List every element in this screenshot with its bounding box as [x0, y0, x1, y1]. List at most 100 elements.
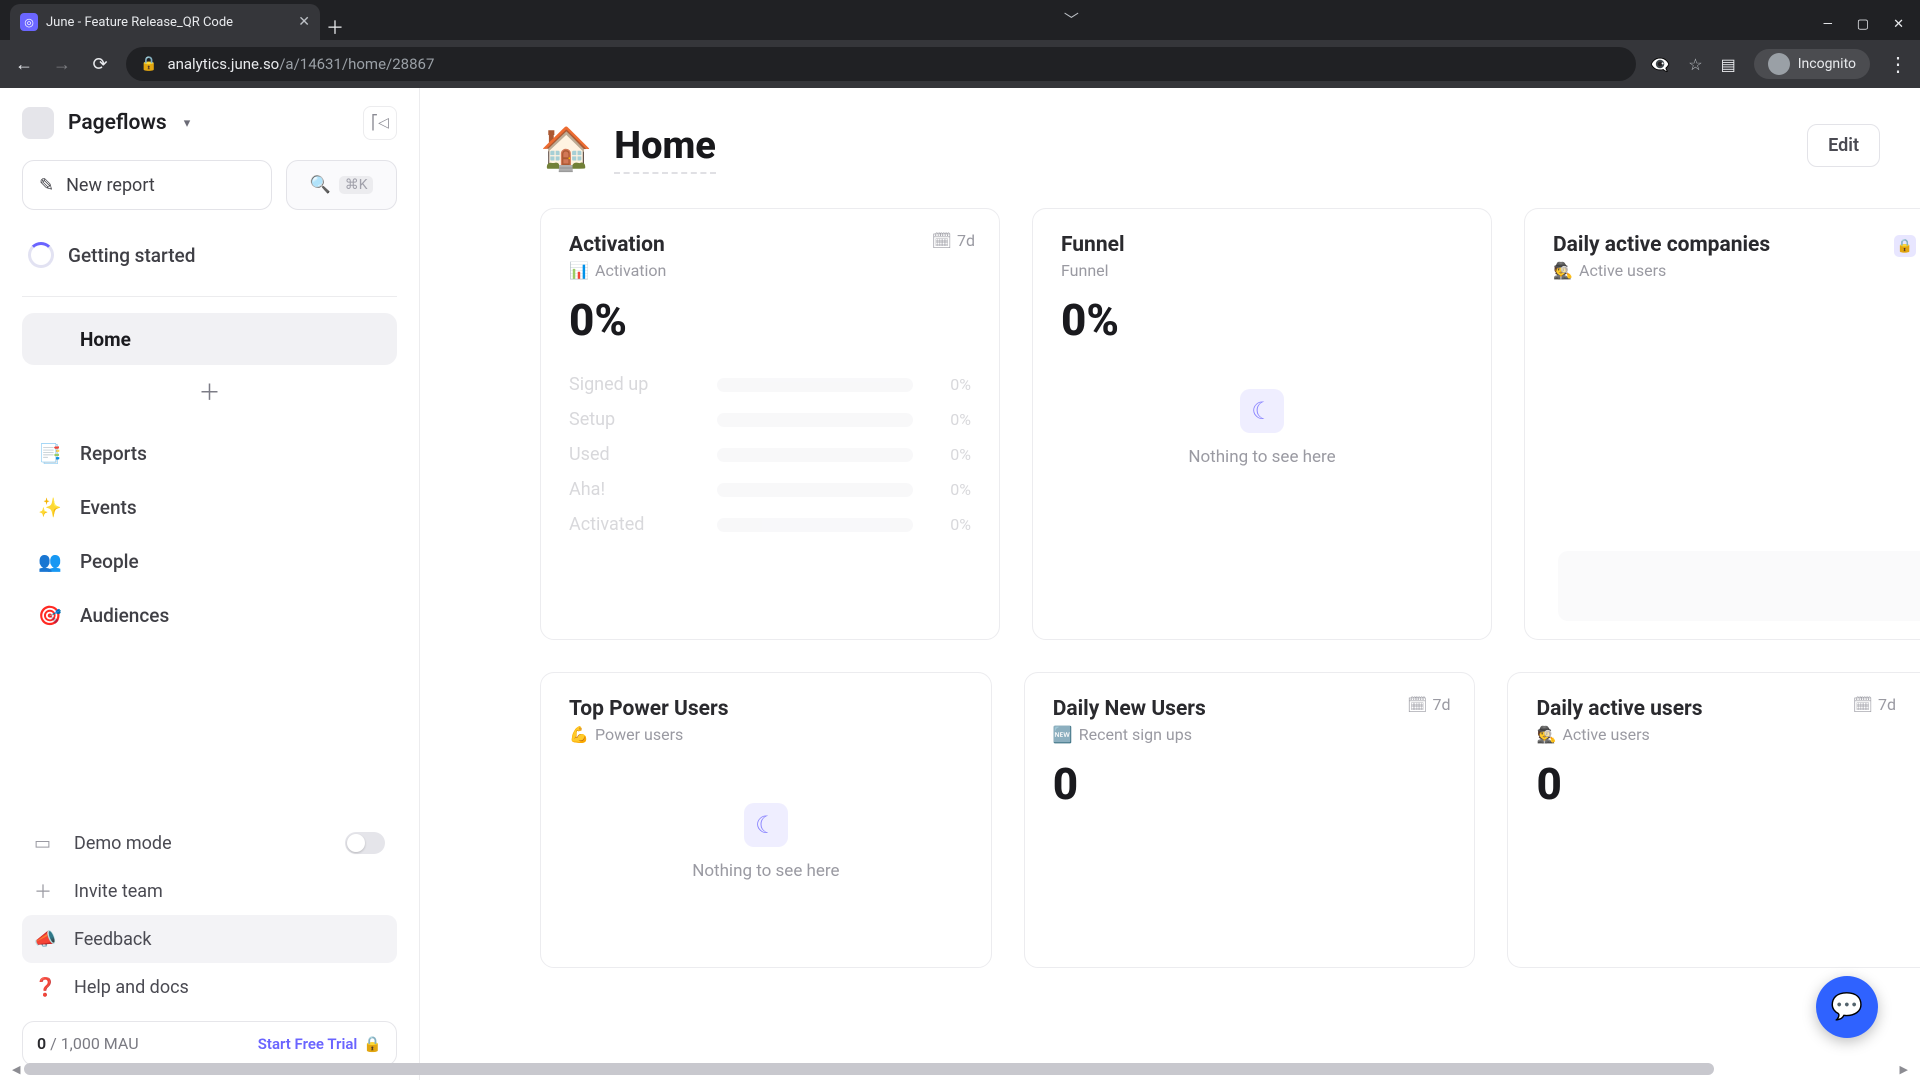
- help-icon: ❓: [34, 977, 56, 998]
- help-docs-row[interactable]: ❓ Help and docs: [22, 963, 397, 1011]
- empty-state-text: Nothing to see here: [1188, 447, 1335, 467]
- sidebar-item-events[interactable]: ✨ Events: [22, 481, 397, 533]
- step-row: Setup0%: [569, 409, 971, 430]
- horizontal-scrollbar[interactable]: ◀ ▶: [8, 1062, 1912, 1076]
- people-icon: 👥: [38, 549, 62, 573]
- moon-icon: ☾: [1240, 389, 1284, 433]
- sidebar-item-people[interactable]: 👥 People: [22, 535, 397, 587]
- tab-favicon: ◎: [20, 13, 38, 31]
- tab-overflow-icon[interactable]: ﹀: [1064, 9, 1079, 30]
- workspace-switcher[interactable]: Pageflows ▾: [22, 107, 190, 139]
- new-report-button[interactable]: ✎ New report: [22, 160, 272, 210]
- page-title[interactable]: Home: [614, 124, 716, 174]
- progress-spinner-icon: [28, 242, 54, 268]
- eye-off-icon[interactable]: 👁‍🗨: [1650, 55, 1670, 74]
- invite-team-row[interactable]: ＋ Invite team: [22, 867, 397, 915]
- mau-card: 0 / 1,000 MAU Start Free Trial 🔒: [22, 1021, 397, 1066]
- workspace-name: Pageflows: [68, 111, 167, 135]
- new-report-label: New report: [66, 175, 155, 196]
- trial-label: Start Free Trial: [258, 1035, 358, 1053]
- flex-icon: 💪: [569, 725, 587, 744]
- getting-started-button[interactable]: Getting started: [22, 234, 397, 276]
- sidebar-item-label: Events: [80, 496, 137, 519]
- feedback-row[interactable]: 📣 Feedback: [22, 915, 397, 963]
- demo-mode-row[interactable]: ▭ Demo mode: [22, 819, 397, 867]
- browser-menu-icon[interactable]: ⋮: [1888, 52, 1908, 76]
- invite-team-label: Invite team: [74, 881, 163, 902]
- detective-icon: 🕵️: [1536, 725, 1554, 744]
- empty-state-text: Nothing to see here: [692, 861, 839, 881]
- scroll-left-icon[interactable]: ◀: [8, 1063, 24, 1076]
- card-daily-active-users[interactable]: Daily active users 🕵️ Active users 🗓 7d …: [1507, 672, 1920, 968]
- card-title: Daily New Users: [1053, 697, 1447, 721]
- card-funnel[interactable]: Funnel Funnel 0% ☾ Nothing to see here: [1032, 208, 1492, 640]
- window-minimize-icon[interactable]: —: [1823, 17, 1833, 32]
- step-bar: [717, 378, 913, 392]
- step-bar: [717, 483, 913, 497]
- sidebar-item-audiences[interactable]: 🎯 Audiences: [22, 589, 397, 641]
- browser-toolbar: ← → ⟳ 🔒 analytics.june.so/a/14631/home/2…: [0, 40, 1920, 88]
- bookmark-star-icon[interactable]: ☆: [1688, 55, 1702, 74]
- tab-close-icon[interactable]: ✕: [298, 14, 310, 30]
- sidebar-item-home[interactable]: 🏠 Home: [22, 313, 397, 365]
- new-badge-icon: 🆕: [1053, 725, 1071, 744]
- browser-tab[interactable]: ◎ June - Feature Release_QR Code ✕: [10, 4, 320, 40]
- audiences-icon: 🎯: [38, 603, 62, 627]
- search-icon: 🔍: [310, 175, 331, 195]
- card-title: Top Power Users: [569, 697, 963, 721]
- help-docs-label: Help and docs: [74, 977, 189, 998]
- edit-button[interactable]: Edit: [1807, 124, 1880, 167]
- tab-title: June - Feature Release_QR Code: [46, 15, 290, 30]
- lock-icon: 🔒: [1894, 235, 1916, 257]
- step-bar: [717, 413, 913, 427]
- range-selector[interactable]: 🗓 7d: [1407, 695, 1450, 714]
- card-value: 0%: [1061, 294, 1463, 346]
- step-bar: [717, 448, 913, 462]
- search-shortcut: ⌘K: [339, 176, 374, 194]
- chat-icon: 💬: [1831, 992, 1863, 1022]
- sidebar: Pageflows ▾ ⎡◁ ✎ New report 🔍 ⌘K Getting…: [0, 88, 420, 1080]
- reports-icon: 📑: [38, 441, 62, 465]
- card-daily-active-companies[interactable]: Daily active companies 🕵️ Active users 🔒: [1524, 208, 1920, 640]
- card-title: Daily active users: [1536, 697, 1892, 721]
- scrollbar-thumb[interactable]: [24, 1063, 1714, 1075]
- card-activation[interactable]: Activation 📊 Activation 🗓 7d 0% Signed u…: [540, 208, 1000, 640]
- demo-icon: ▭: [34, 833, 56, 854]
- side-panel-icon[interactable]: ▤: [1721, 55, 1736, 74]
- incognito-badge[interactable]: Incognito: [1754, 49, 1870, 79]
- address-bar[interactable]: 🔒 analytics.june.so/a/14631/home/28867: [126, 47, 1636, 81]
- range-selector[interactable]: 🗓 7d: [932, 231, 975, 250]
- incognito-label: Incognito: [1798, 56, 1856, 72]
- card-subtitle: Power users: [595, 725, 683, 744]
- mau-usage: 0 / 1,000 MAU: [37, 1034, 139, 1053]
- range-label: 7d: [1878, 695, 1896, 714]
- window-maximize-icon[interactable]: ▢: [1857, 17, 1869, 32]
- feedback-label: Feedback: [74, 929, 151, 950]
- sidebar-item-reports[interactable]: 📑 Reports: [22, 427, 397, 479]
- app-root: Pageflows ▾ ⎡◁ ✎ New report 🔍 ⌘K Getting…: [0, 88, 1920, 1080]
- card-title: Activation: [569, 233, 971, 257]
- detective-icon: 🕵️: [1553, 261, 1571, 280]
- start-free-trial-button[interactable]: Start Free Trial 🔒: [258, 1035, 382, 1053]
- browser-reload-icon[interactable]: ⟳: [88, 54, 112, 75]
- search-button[interactable]: 🔍 ⌘K: [286, 160, 397, 210]
- intercom-launcher[interactable]: 💬: [1816, 976, 1878, 1038]
- collapse-sidebar-button[interactable]: ⎡◁: [363, 106, 397, 140]
- range-selector[interactable]: 🗓 7d: [1853, 695, 1896, 714]
- range-label: 7d: [957, 231, 975, 250]
- card-top-power-users[interactable]: Top Power Users 💪 Power users ☾ Nothing …: [540, 672, 992, 968]
- card-value: 0: [1536, 758, 1892, 810]
- house-icon: 🏠: [540, 125, 592, 174]
- browser-forward-icon[interactable]: →: [50, 54, 74, 75]
- scroll-right-icon[interactable]: ▶: [1896, 1063, 1912, 1076]
- demo-mode-toggle[interactable]: [345, 832, 385, 854]
- browser-back-icon[interactable]: ←: [12, 54, 36, 75]
- window-close-icon[interactable]: ✕: [1893, 17, 1904, 32]
- add-view-button[interactable]: ＋: [22, 365, 397, 421]
- house-icon: 🏠: [38, 327, 62, 351]
- lock-icon: 🔒: [363, 1035, 382, 1053]
- events-icon: ✨: [38, 495, 62, 519]
- activation-steps: Signed up0% Setup0% Used0% Aha!0% Activa…: [569, 374, 971, 535]
- new-tab-button[interactable]: ＋: [320, 14, 350, 40]
- card-daily-new-users[interactable]: Daily New Users 🆕 Recent sign ups 🗓 7d 0: [1024, 672, 1476, 968]
